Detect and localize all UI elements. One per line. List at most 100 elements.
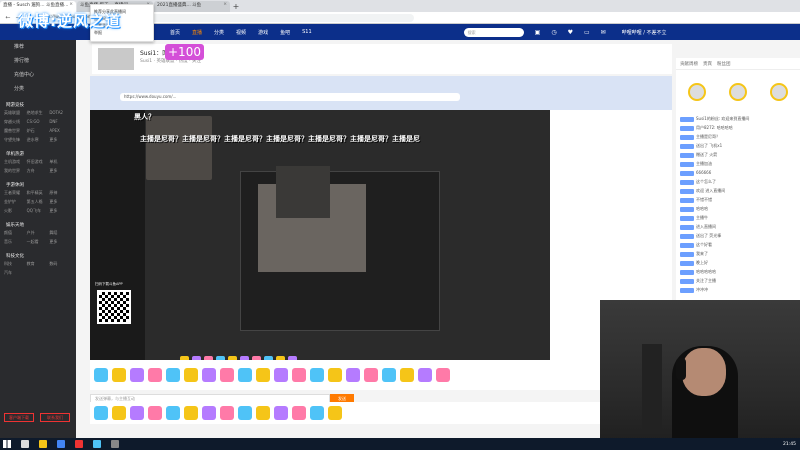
message-icon[interactable]: ✉: [601, 29, 606, 36]
sidebar-link[interactable]: 汽车: [4, 270, 27, 276]
browser-tab-3[interactable]: 2021直播盛典... 斗鱼 ×: [154, 1, 230, 12]
gift-icon[interactable]: [292, 368, 306, 382]
sidebar-link[interactable]: 数码: [49, 261, 72, 267]
sidebar-link[interactable]: 绝地求生: [27, 110, 50, 116]
sidebar-link[interactable]: 更多: [49, 239, 72, 245]
streamer-avatar[interactable]: [98, 48, 134, 70]
sidebar-link[interactable]: 舞蹈: [49, 230, 72, 236]
gift-icon[interactable]: [436, 368, 450, 382]
sidebar-item-recommend[interactable]: 推荐: [0, 40, 76, 54]
gift-icon[interactable]: [238, 368, 252, 382]
gift-icon[interactable]: [112, 368, 126, 382]
tab-fans[interactable]: 粉丝团: [717, 61, 731, 67]
folder-icon[interactable]: [39, 440, 47, 448]
gift-icon[interactable]: [382, 368, 396, 382]
gift-icon[interactable]: [292, 406, 306, 420]
sidebar-link[interactable]: APEX: [49, 128, 72, 134]
sidebar-link[interactable]: 更多: [49, 168, 72, 174]
sidebar-link[interactable]: 炉石: [27, 128, 50, 134]
app-icon[interactable]: [111, 440, 119, 448]
search-input[interactable]: 搜索: [463, 27, 524, 37]
sidebar-link[interactable]: 火影: [4, 208, 27, 214]
sidebar-link[interactable]: 方舟: [27, 168, 50, 174]
nav-category[interactable]: 分类: [214, 29, 224, 36]
gift-icon[interactable]: [130, 406, 144, 420]
sidebar-link[interactable]: 怀旧游戏: [27, 159, 50, 165]
search-icon[interactable]: [21, 440, 29, 448]
sidebar-link[interactable]: 更多: [49, 208, 72, 214]
gift-icon[interactable]: [202, 368, 216, 382]
avatar[interactable]: [770, 83, 789, 101]
sidebar-link[interactable]: 穿越火线: [4, 119, 27, 125]
sidebar-link[interactable]: CS:GO: [27, 119, 50, 125]
gift-icon[interactable]: [310, 368, 324, 382]
gift-icon[interactable]: [94, 406, 108, 420]
sidebar-link[interactable]: 魔兽世界: [4, 128, 27, 134]
app-icon[interactable]: [75, 440, 83, 448]
gift-icon[interactable]: [346, 368, 360, 382]
sidebar-link[interactable]: 音乐: [4, 239, 27, 245]
sidebar-link[interactable]: 我的世界: [4, 168, 27, 174]
nav-games[interactable]: 游戏: [258, 29, 268, 36]
nav-video[interactable]: 视频: [236, 29, 246, 36]
gift-icon[interactable]: [418, 368, 432, 382]
gift-icon[interactable]: [184, 368, 198, 382]
client-download-button[interactable]: 客户端下载: [4, 413, 34, 422]
gift-icon[interactable]: [364, 368, 378, 382]
gift-icon[interactable]: [166, 406, 180, 420]
nav-yuba[interactable]: 鱼吧: [280, 29, 290, 36]
tab-weekly-rank[interactable]: 贡献周榜: [680, 61, 698, 67]
new-tab-button[interactable]: +: [231, 1, 241, 12]
nav-live[interactable]: 直播: [192, 29, 202, 36]
client-icon[interactable]: ▭: [584, 29, 590, 36]
sidebar-link[interactable]: 教育: [27, 261, 50, 267]
sidebar-link[interactable]: 单机: [49, 159, 72, 165]
video-player[interactable]: https://www.douyu.com/... 黑人？ 主播是尼哥？主播是尼…: [90, 76, 672, 365]
sidebar-link[interactable]: DNF: [49, 119, 72, 125]
gift-icon[interactable]: [166, 368, 180, 382]
avatar[interactable]: [728, 83, 747, 101]
sidebar-link[interactable]: 一起看: [27, 239, 50, 245]
gift-icon[interactable]: [274, 368, 288, 382]
gift-icon[interactable]: [220, 368, 234, 382]
gift-icon[interactable]: [400, 368, 414, 382]
sidebar-link[interactable]: 户外: [27, 230, 50, 236]
gift-icon[interactable]: [202, 406, 216, 420]
nav-home[interactable]: 首页: [170, 29, 180, 36]
contact-button[interactable]: 联系我们: [40, 413, 70, 422]
follow-icon[interactable]: ♥: [568, 29, 573, 36]
gift-icon[interactable]: [148, 368, 162, 382]
sidebar-link[interactable]: 英雄联盟: [4, 110, 27, 116]
username[interactable]: 哔哩哔哩 / 不差不立: [622, 29, 667, 36]
close-icon[interactable]: ×: [223, 2, 227, 7]
history-icon[interactable]: ◷: [551, 29, 556, 36]
gift-icon[interactable]: [328, 368, 342, 382]
sidebar-link[interactable]: 第五人格: [27, 199, 50, 205]
gift-icon[interactable]: [256, 406, 270, 420]
sidebar-link[interactable]: 守望先锋: [4, 137, 27, 143]
chrome-icon[interactable]: [57, 440, 65, 448]
gift-icon[interactable]: [238, 406, 252, 420]
gift-icon[interactable]: [112, 406, 126, 420]
sidebar-item-rank[interactable]: 排行榜: [0, 54, 76, 68]
sidebar-item-category[interactable]: 分类: [0, 82, 76, 96]
sidebar-link[interactable]: 原神: [49, 190, 72, 196]
gift-icon[interactable]: [274, 406, 288, 420]
gift-icon[interactable]: [130, 368, 144, 382]
sidebar-link[interactable]: 和平精英: [27, 190, 50, 196]
gift-icon[interactable]: [328, 406, 342, 420]
app-icon[interactable]: [93, 440, 101, 448]
sidebar-link[interactable]: 金铲铲: [4, 199, 27, 205]
gift-icon[interactable]: [94, 368, 108, 382]
nav-s11[interactable]: S11: [302, 29, 312, 35]
sidebar-link[interactable]: 更多: [49, 137, 72, 143]
sidebar-link[interactable]: 逆水寒: [27, 137, 50, 143]
back-icon[interactable]: ←: [4, 14, 12, 22]
sidebar-link[interactable]: 颜值: [4, 230, 27, 236]
windows-start-icon[interactable]: [3, 440, 11, 448]
gift-icon[interactable]: [310, 406, 324, 420]
sidebar-link[interactable]: 更多: [49, 199, 72, 205]
close-icon[interactable]: ×: [69, 2, 73, 7]
gift-icon[interactable]: [184, 406, 198, 420]
avatar[interactable]: [687, 83, 706, 101]
